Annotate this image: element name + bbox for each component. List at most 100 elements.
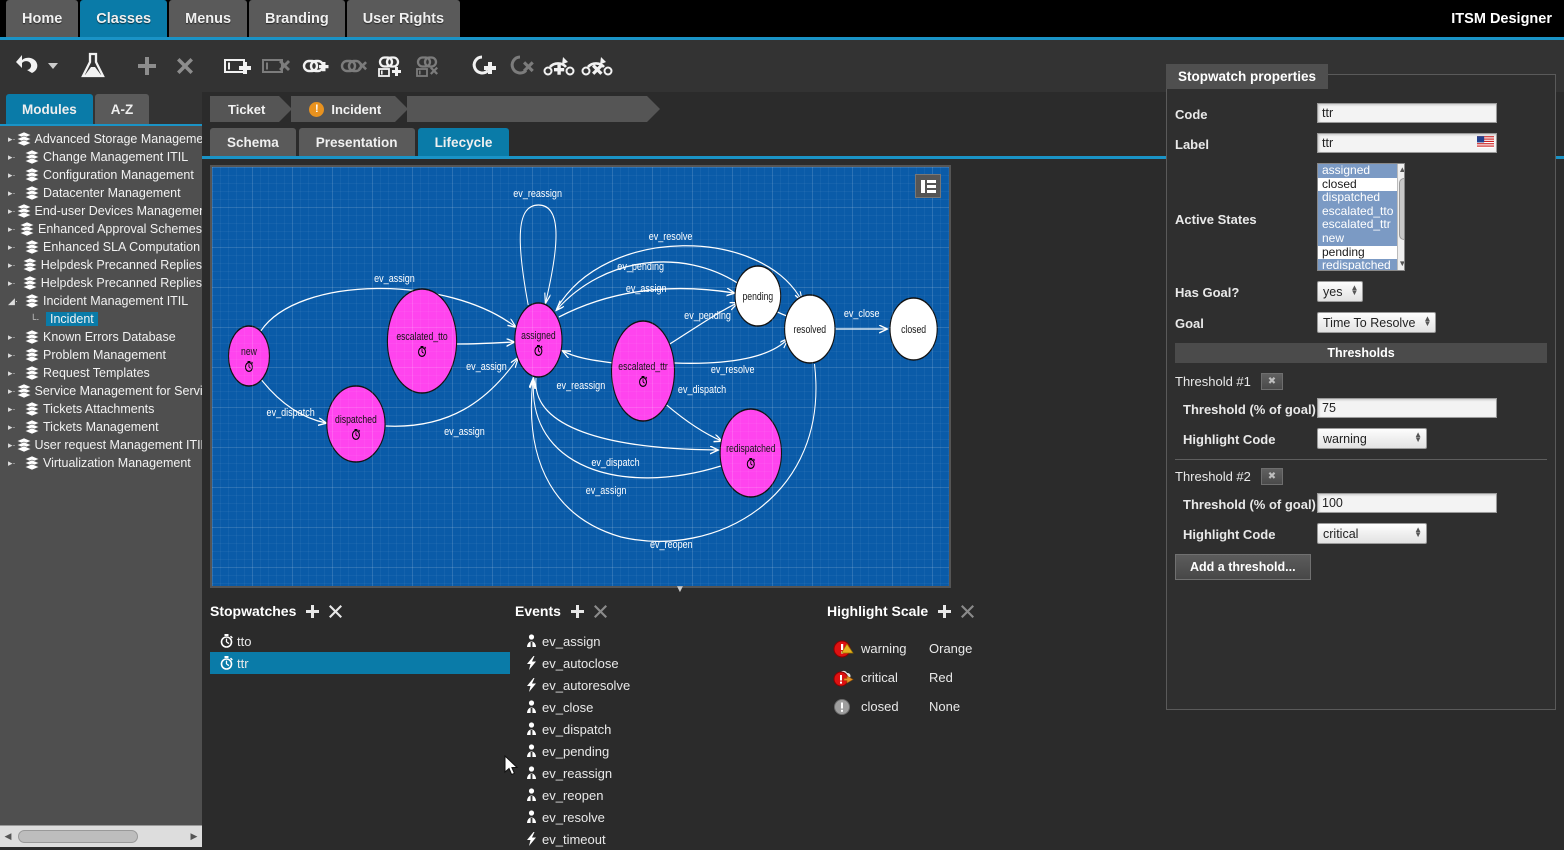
active-state-option[interactable]: escalated_ttr bbox=[1318, 218, 1397, 232]
tree-item-module[interactable]: ▸·Enhanced Approval Schemes bbox=[0, 220, 202, 238]
threshold-1-highlight-select[interactable]: warning ▲▼ bbox=[1317, 428, 1427, 449]
breadcrumb-item-incident[interactable]: ! Incident bbox=[291, 96, 395, 122]
add-link-label-button[interactable] bbox=[372, 47, 410, 85]
tree-item-module[interactable]: ▸·Advanced Storage Management bbox=[0, 130, 202, 148]
remove-threshold-2-button[interactable]: ✖ bbox=[1261, 468, 1283, 485]
threshold-2-highlight-select[interactable]: critical ▲▼ bbox=[1317, 523, 1427, 544]
tree-expander-icon[interactable]: ▸· bbox=[8, 134, 16, 145]
scroll-right-arrow-icon[interactable]: ▶ bbox=[186, 831, 202, 842]
remove-node-button[interactable] bbox=[502, 47, 540, 85]
remove-transition-button[interactable] bbox=[578, 47, 616, 85]
tree-expander-icon[interactable]: ▸· bbox=[8, 458, 24, 469]
tree-expander-icon[interactable]: ▸· bbox=[8, 152, 24, 163]
tab-schema[interactable]: Schema bbox=[210, 128, 296, 157]
tree-expander-icon[interactable]: ▸· bbox=[8, 242, 24, 253]
tree-item-class[interactable]: └·Incident bbox=[0, 310, 202, 328]
has-goal-select[interactable]: yes ▲▼ bbox=[1317, 281, 1363, 302]
event-list-item[interactable]: ev_dispatch bbox=[515, 718, 805, 740]
tree-expander-icon[interactable]: ▸· bbox=[8, 368, 24, 379]
add-highlight-button[interactable] bbox=[938, 605, 951, 618]
tree-item-module[interactable]: ▸·Tickets Management bbox=[0, 418, 202, 436]
scroll-down-arrow-icon[interactable]: ▼ bbox=[1398, 258, 1405, 270]
tree-expander-icon[interactable]: ▸· bbox=[8, 188, 24, 199]
active-states-listbox[interactable]: assignedcloseddispatchedescalated_ttoesc… bbox=[1317, 163, 1405, 271]
lifecycle-canvas[interactable]: newdispatchedescalated_ttoassignedescala… bbox=[210, 165, 951, 588]
tree-item-module[interactable]: ▸·Service Management for Service Provide… bbox=[0, 382, 202, 400]
active-state-option[interactable]: escalated_tto bbox=[1318, 205, 1397, 219]
scrollbar-thumb[interactable] bbox=[18, 830, 138, 843]
sidebar-tab-modules[interactable]: Modules bbox=[6, 94, 93, 124]
tree-expander-icon[interactable]: ▸· bbox=[8, 332, 24, 343]
tree-item-module[interactable]: ▸·User request Management ITIL bbox=[0, 436, 202, 454]
list-view-icon[interactable] bbox=[915, 174, 941, 198]
remove-link-label-button[interactable] bbox=[410, 47, 448, 85]
delete-button[interactable] bbox=[166, 47, 204, 85]
tree-item-module[interactable]: ▸·End-user Devices Management bbox=[0, 202, 202, 220]
tree-item-module[interactable]: ▸·Known Errors Database bbox=[0, 328, 202, 346]
tree-item-module[interactable]: ▸·Helpdesk Precanned Replies bbox=[0, 256, 202, 274]
event-list-item[interactable]: ev_autoclose bbox=[515, 652, 805, 674]
add-button[interactable] bbox=[128, 47, 166, 85]
menu-tab-classes[interactable]: Classes bbox=[80, 0, 167, 37]
tree-expander-icon[interactable]: ▸· bbox=[8, 422, 24, 433]
tree-item-module[interactable]: ◢·Incident Management ITIL bbox=[0, 292, 202, 310]
event-list-item[interactable]: ev_assign bbox=[515, 630, 805, 652]
scrollbar-thumb[interactable] bbox=[1399, 178, 1405, 240]
tab-presentation[interactable]: Presentation bbox=[299, 128, 415, 157]
tree-item-module[interactable]: ▸·Datacenter Management bbox=[0, 184, 202, 202]
tree-item-module[interactable]: ▸·Change Management ITIL bbox=[0, 148, 202, 166]
menu-tab-user-rights[interactable]: User Rights bbox=[347, 0, 460, 37]
event-list-item[interactable]: ev_reopen bbox=[515, 784, 805, 806]
event-list-item[interactable]: ev_close bbox=[515, 696, 805, 718]
tree-item-module[interactable]: ▸·Request Templates bbox=[0, 364, 202, 382]
goal-select[interactable]: Time To Resolve ▲▼ bbox=[1317, 312, 1436, 333]
undo-button[interactable] bbox=[8, 47, 46, 85]
tree-item-module[interactable]: ▸·Enhanced SLA Computation bbox=[0, 238, 202, 256]
active-state-option[interactable]: dispatched bbox=[1318, 191, 1397, 205]
active-state-option[interactable]: redispatched bbox=[1318, 259, 1397, 271]
tree-expander-icon[interactable]: ▸· bbox=[8, 224, 19, 235]
tree-expander-icon[interactable]: ▸· bbox=[8, 440, 16, 451]
remove-state-button[interactable] bbox=[258, 47, 296, 85]
event-list-item[interactable]: ev_autoresolve bbox=[515, 674, 805, 696]
tree-expander-icon[interactable]: ▸· bbox=[8, 206, 16, 217]
event-list-item[interactable]: ev_pending bbox=[515, 740, 805, 762]
tree-expander-icon[interactable]: ▸· bbox=[8, 350, 24, 361]
add-threshold-button[interactable]: Add a threshold... bbox=[1175, 554, 1311, 580]
tree-expander-icon[interactable]: ▸· bbox=[8, 386, 16, 397]
active-state-option[interactable]: closed bbox=[1318, 178, 1397, 192]
threshold-2-percent-input[interactable] bbox=[1317, 493, 1497, 513]
add-stopwatch-button[interactable] bbox=[306, 605, 319, 618]
tree-item-module[interactable]: ▸·Configuration Management bbox=[0, 166, 202, 184]
tree-expander-icon[interactable]: ▸· bbox=[8, 278, 22, 289]
highlight-scale-row[interactable]: warningOrange bbox=[827, 634, 1157, 663]
sidebar-hscrollbar[interactable]: ◀ ▶ bbox=[0, 825, 202, 847]
tree-expander-icon[interactable]: ▸· bbox=[8, 404, 24, 415]
active-state-option[interactable]: assigned bbox=[1318, 164, 1397, 178]
event-list-item[interactable]: ev_reassign bbox=[515, 762, 805, 784]
tree-expander-icon[interactable]: ▸· bbox=[8, 170, 24, 181]
remove-event-button[interactable] bbox=[594, 605, 607, 618]
scroll-up-arrow-icon[interactable]: ▲ bbox=[1398, 164, 1405, 176]
code-input[interactable] bbox=[1317, 103, 1497, 123]
scroll-left-arrow-icon[interactable]: ◀ bbox=[0, 831, 16, 842]
remove-stopwatch-button[interactable] bbox=[329, 605, 342, 618]
tree-item-module[interactable]: ▸·Virtualization Management bbox=[0, 454, 202, 472]
add-transition-button[interactable] bbox=[540, 47, 578, 85]
stopwatch-list-item[interactable]: tto bbox=[210, 630, 510, 652]
us-flag-icon[interactable] bbox=[1477, 136, 1494, 148]
remove-highlight-button[interactable] bbox=[961, 605, 974, 618]
tree-expander-icon[interactable]: ▸· bbox=[8, 260, 22, 271]
active-state-option[interactable]: pending bbox=[1318, 246, 1397, 260]
sidebar-tab-az[interactable]: A-Z bbox=[95, 94, 150, 124]
menu-tab-menus[interactable]: Menus bbox=[169, 0, 247, 37]
breadcrumb-item-ticket[interactable]: Ticket bbox=[210, 96, 279, 122]
tab-lifecycle[interactable]: Lifecycle bbox=[418, 128, 510, 157]
menu-tab-branding[interactable]: Branding bbox=[249, 0, 345, 37]
stopwatch-list-item[interactable]: ttr bbox=[210, 652, 510, 674]
highlight-scale-row[interactable]: closedNone bbox=[827, 692, 1157, 721]
label-input[interactable] bbox=[1317, 133, 1497, 153]
tree-item-module[interactable]: ▸·Helpdesk Precanned Replies bbox=[0, 274, 202, 292]
active-state-option[interactable]: new bbox=[1318, 232, 1397, 246]
menu-tab-home[interactable]: Home bbox=[6, 0, 78, 37]
